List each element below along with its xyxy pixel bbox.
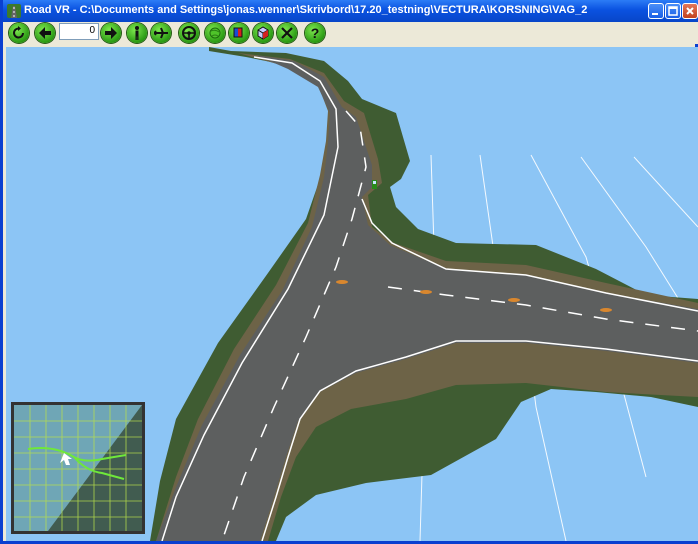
- help-icon: ?: [311, 25, 320, 41]
- toolbar: 0 ?: [6, 22, 698, 44]
- 3d-viewport[interactable]: [6, 47, 698, 541]
- arrow-left-icon: [39, 27, 51, 39]
- person-icon: [135, 26, 139, 40]
- maximize-button[interactable]: [665, 3, 681, 19]
- objects-button[interactable]: [253, 23, 273, 43]
- svg-text:?: ?: [311, 25, 320, 41]
- tools-button[interactable]: [277, 23, 297, 43]
- globe-icon: [209, 27, 221, 39]
- layers-icon: [233, 27, 243, 38]
- help-button[interactable]: ?: [305, 23, 325, 43]
- minimap-canvas: [14, 405, 142, 531]
- terrain-toggle-button[interactable]: [205, 23, 225, 43]
- tools-icon: [281, 27, 293, 39]
- title-bar[interactable]: Road VR - C:\Documents and Settings\jona…: [3, 0, 698, 22]
- reset-view-button[interactable]: [9, 23, 29, 43]
- step-forward-button[interactable]: [101, 23, 121, 43]
- steering-wheel-icon: [182, 26, 196, 40]
- frame-input[interactable]: 0: [59, 23, 99, 40]
- fly-mode-button[interactable]: [151, 23, 171, 43]
- road-app-icon: [7, 4, 21, 18]
- window-title: Road VR - C:\Documents and Settings\jona…: [24, 4, 588, 16]
- airplane-icon: [154, 27, 168, 39]
- drive-mode-button[interactable]: [179, 23, 199, 43]
- vehicle: [372, 180, 377, 189]
- close-icon: [686, 7, 694, 15]
- maximize-icon: [668, 6, 678, 16]
- layers-button[interactable]: [229, 23, 249, 43]
- minimap[interactable]: [11, 402, 145, 534]
- app-window: Road VR - C:\Documents and Settings\jona…: [0, 0, 698, 544]
- arrow-right-icon: [105, 27, 117, 39]
- cube-icon: [257, 26, 269, 40]
- walk-mode-button[interactable]: [127, 23, 147, 43]
- minimize-button[interactable]: [648, 3, 664, 19]
- minimize-icon: [652, 13, 658, 15]
- refresh-icon: [13, 26, 24, 39]
- close-button[interactable]: [682, 3, 698, 19]
- step-back-button[interactable]: [35, 23, 55, 43]
